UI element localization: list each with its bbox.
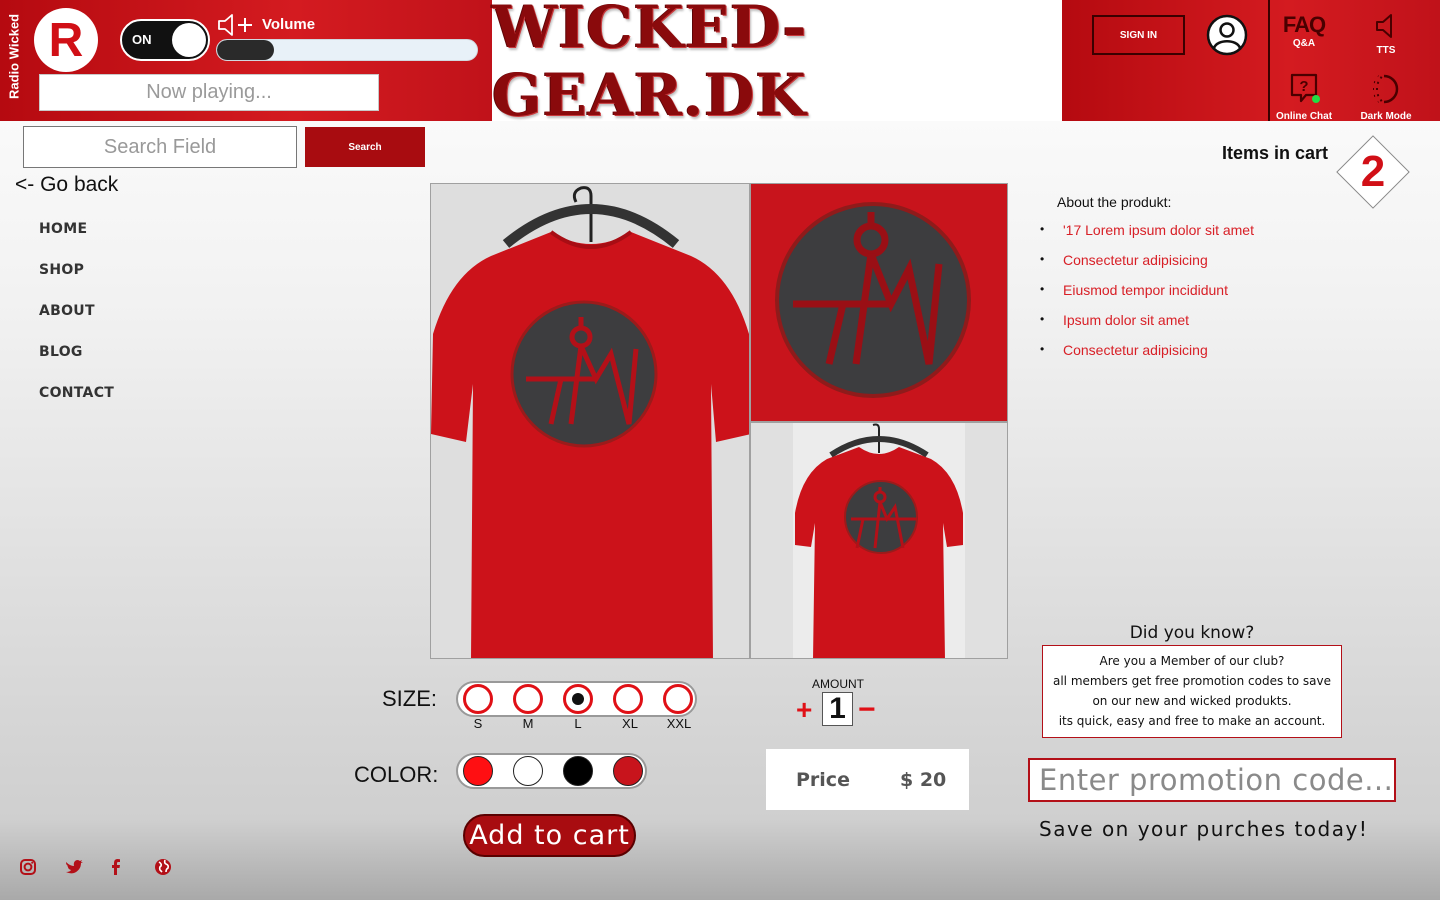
did-you-know-line: Are you a Member of our club?: [1099, 654, 1285, 668]
tts-button[interactable]: TTS: [1364, 12, 1408, 56]
list-item: • '17 Lorem ipsum dolor sit amet: [1040, 222, 1254, 252]
bullet-icon: •: [1040, 282, 1045, 296]
price-label: Price: [796, 769, 850, 791]
product-image-secondary[interactable]: [750, 422, 1008, 659]
size-caption: S: [473, 716, 483, 731]
site-title[interactable]: WICKED-GEAR.DK: [492, 0, 1062, 129]
list-item: • Eiusmod tempor incididunt: [1040, 282, 1254, 312]
bullet-icon: •: [1040, 342, 1045, 356]
sign-in-button[interactable]: SIGN IN: [1092, 15, 1185, 55]
speaker-plus-icon[interactable]: [216, 12, 256, 38]
about-item-text: Eiusmod tempor incididunt: [1063, 282, 1228, 298]
amount-decrease-button[interactable]: −: [858, 695, 876, 725]
header-divider: [1268, 0, 1270, 121]
amount-increase-button[interactable]: +: [796, 696, 812, 724]
did-you-know-line: its quick, easy and free to make an acco…: [1058, 714, 1326, 728]
promo-caption: Save on your purches today!: [1039, 817, 1369, 841]
about-product-list: • '17 Lorem ipsum dolor sit amet • Consect…: [1040, 222, 1254, 372]
faq-big-label: FAQ: [1282, 12, 1326, 37]
tshirt-hanger-image: [751, 423, 1007, 658]
logo-closeup-image: [751, 184, 1007, 421]
did-you-know-line: all members get free promotion codes to …: [1052, 674, 1331, 688]
amount-label: AMOUNT: [812, 677, 864, 691]
color-swatch-white[interactable]: [513, 756, 543, 786]
size-option-xl[interactable]: [613, 684, 643, 714]
cart-label: Items in cart: [1222, 143, 1329, 163]
size-option-xxl[interactable]: [663, 684, 693, 714]
about-item-text: Ipsum dolor sit amet: [1063, 312, 1190, 328]
bullet-icon: •: [1040, 312, 1045, 326]
color-label: COLOR:: [354, 762, 439, 787]
online-chat-button[interactable]: ? Online Chat: [1272, 72, 1336, 122]
list-item: • Consectetur adipisicing: [1040, 252, 1254, 282]
price-value: $ 20: [900, 769, 947, 791]
radio-brand: Radio Wicked: [6, 13, 22, 99]
about-item-text: Consectetur adipisicing: [1063, 252, 1208, 268]
bullet-icon: •: [1040, 222, 1045, 236]
size-option-m[interactable]: [513, 684, 543, 714]
color-swatch-red[interactable]: [463, 756, 493, 786]
volume-slider-fill: [217, 40, 275, 60]
bullet-icon: •: [1040, 252, 1045, 266]
speaker-icon: [1376, 14, 1392, 38]
about-item-text: Consectetur adipisicing: [1063, 342, 1208, 358]
volume-label: Volume: [262, 16, 316, 33]
about-item-text: '17 Lorem ipsum dolor sit amet: [1063, 222, 1254, 238]
nav-blog[interactable]: BLOG: [39, 344, 83, 360]
dark-mode-button[interactable]: Dark Mode: [1354, 72, 1418, 122]
dark-mode-label: Dark Mode: [1360, 111, 1412, 122]
selected-dot-icon: [572, 693, 584, 705]
size-caption: L: [574, 716, 582, 731]
size-label: SIZE:: [382, 686, 438, 711]
size-caption: XXL: [666, 716, 692, 731]
size-option-l[interactable]: [563, 684, 593, 714]
color-swatch-dark-red[interactable]: [613, 756, 643, 786]
faq-button[interactable]: FAQ Q&A: [1280, 12, 1328, 49]
did-you-know-line: on our new and wicked produkts.: [1092, 694, 1292, 708]
size-caption: XL: [622, 716, 638, 731]
dark-mode-icon: [1373, 74, 1399, 104]
did-you-know-box: Are you a Member of our club? all member…: [1042, 645, 1342, 738]
size-option-s[interactable]: [463, 684, 493, 714]
tshirt-front-image: [431, 184, 749, 658]
online-chat-label: Online Chat: [1275, 111, 1333, 122]
radio-toggle-label: ON: [132, 32, 152, 47]
facebook-icon[interactable]: [106, 857, 126, 877]
search-input[interactable]: [23, 126, 297, 168]
add-to-cart-button[interactable]: Add to cart: [463, 814, 636, 857]
faq-label: Q&A: [1292, 38, 1316, 49]
search-button[interactable]: Search: [305, 127, 425, 167]
list-item: • Consectetur adipisicing: [1040, 342, 1254, 372]
instagram-icon[interactable]: [18, 857, 38, 877]
about-product-title: About the produkt:: [1057, 194, 1172, 210]
nav-shop[interactable]: SHOP: [39, 262, 84, 278]
radio-logo[interactable]: R: [34, 8, 98, 72]
nav-home[interactable]: HOME: [39, 221, 87, 237]
did-you-know-title: Did you know?: [1129, 623, 1255, 643]
nav-contact[interactable]: CONTACT: [39, 385, 114, 401]
user-account-icon[interactable]: [1206, 14, 1248, 56]
amount-value[interactable]: 1: [822, 692, 853, 726]
twitter-icon[interactable]: [64, 857, 84, 877]
tts-label: TTS: [1376, 45, 1396, 56]
list-item: • Ipsum dolor sit amet: [1040, 312, 1254, 342]
chat-question-icon: ?: [1290, 73, 1320, 103]
product-image-logo-closeup[interactable]: [750, 183, 1008, 422]
go-back-link[interactable]: <- Go back: [15, 173, 118, 197]
globe-icon[interactable]: [153, 857, 173, 877]
price-box: Price $ 20: [766, 749, 969, 810]
volume-slider[interactable]: [216, 39, 478, 61]
product-image-main[interactable]: [430, 183, 750, 659]
radio-toggle-knob[interactable]: [172, 23, 206, 57]
now-playing-field[interactable]: Now playing...: [39, 74, 379, 111]
nav-about[interactable]: ABOUT: [39, 303, 95, 319]
size-caption: M: [522, 716, 534, 731]
svg-text:?: ?: [1299, 78, 1308, 95]
site-banner: WICKED-GEAR.DK: [492, 0, 1062, 129]
promo-code-input[interactable]: [1028, 758, 1396, 802]
color-swatch-black[interactable]: [563, 756, 593, 786]
cart-count[interactable]: 2: [1336, 140, 1410, 204]
